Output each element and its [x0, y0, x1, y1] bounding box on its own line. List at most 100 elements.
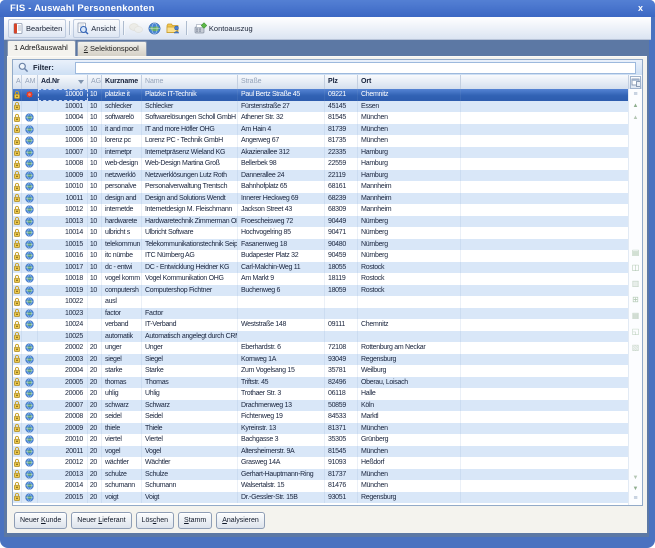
table-row[interactable]: 10025automatikAutomatisch angelegt durch…	[13, 331, 629, 343]
column-header-label: AG	[91, 78, 101, 85]
table-row[interactable]: 2000620uhligUhligTrothaer Str. 306118Hal…	[13, 388, 629, 400]
table-row[interactable]: 1001310hardwareteHardwaretechnik Zimmerm…	[13, 216, 629, 228]
table-row[interactable]: 2000420starkeStarkeZum Vogelsang 1535781…	[13, 365, 629, 377]
cell-name: Viertel	[142, 434, 238, 446]
footer-button-stamm[interactable]: Stamm	[178, 512, 212, 529]
table-row[interactable]: 1000110schleckerSchleckerFürstenstraße 2…	[13, 101, 629, 113]
filter-bar: Filter:	[13, 60, 642, 76]
cell-filler	[461, 89, 629, 101]
cell-strasse: Bahnhofplatz 65	[238, 181, 325, 193]
cell-am	[22, 124, 38, 136]
table-row[interactable]: 1000010platzke itPlatzke IT-TechnikPaul …	[13, 89, 629, 101]
table-row[interactable]: 1000910netzwerklöNetzwerklösungen Lutz R…	[13, 170, 629, 182]
toolbar-button-ansicht[interactable]: Ansicht	[73, 19, 120, 38]
footer-button-analysieren[interactable]: Analysieren	[216, 512, 265, 529]
table-row[interactable]: 1000510it and morIT and more Höfler OHGA…	[13, 124, 629, 136]
column-header-am[interactable]: AM	[22, 75, 38, 90]
table-row[interactable]: 1000710internetprInternetpräsenz Wieland…	[13, 147, 629, 159]
close-button[interactable]: x	[638, 3, 643, 13]
column-header-ort[interactable]: Ort	[358, 75, 461, 90]
cell-locked	[13, 193, 22, 205]
table-row[interactable]: 1001110design andDesign and Solutions We…	[13, 193, 629, 205]
cell-name: Softwarelösungen Scholl GmbH	[142, 112, 238, 124]
table-row[interactable]: 1001910computershComputershop FichtnerBu…	[13, 285, 629, 297]
cell-am	[22, 342, 38, 354]
cell-filler	[461, 296, 629, 308]
table-row[interactable]: 2000820seidelSeidelFichtenweg 1984533Mar…	[13, 411, 629, 423]
toolbar-folder-user-icon[interactable]	[164, 22, 183, 35]
table-row[interactable]: 2001320schulzeSchulzeGerhart-Hauptmann-R…	[13, 469, 629, 481]
table-row[interactable]: 2001120vogelVogelAltersheimerstr. 9A8154…	[13, 446, 629, 458]
globe-icon	[25, 159, 34, 168]
column-header-a[interactable]: A	[13, 75, 22, 90]
cell-kurzname: vogel komm	[102, 273, 142, 285]
globe-icon	[148, 22, 161, 35]
table-row[interactable]: 10022ausl	[13, 296, 629, 308]
cell-name: Unger	[142, 342, 238, 354]
toolbar-button-kontoauszug[interactable]: Kontoauszug	[190, 20, 256, 37]
column-header-filler[interactable]	[461, 75, 629, 90]
strip-rows-icon: ▥	[630, 280, 641, 288]
table-row[interactable]: 2000920thieleThieleKyreinstr. 1381371Mün…	[13, 423, 629, 435]
table-row[interactable]: 1000410softwarelöSoftwarelösungen Scholl…	[13, 112, 629, 124]
table-row[interactable]: 1000610lorenz pcLorenz PC - Technik GmbH…	[13, 135, 629, 147]
globe-icon	[25, 412, 34, 421]
column-header-strasse[interactable]: Straße	[238, 75, 325, 90]
cell-filler	[461, 434, 629, 446]
lock-icon	[13, 113, 21, 123]
toolbar-chat-icon[interactable]	[127, 22, 146, 35]
footer-button-neuer-kunde[interactable]: Neuer Kunde	[14, 512, 67, 529]
table-row[interactable]: 2000220ungerUngerEberhardstr. 672108Rott…	[13, 342, 629, 354]
column-header-name[interactable]: Name	[142, 75, 238, 90]
cell-ag: 10	[88, 89, 102, 101]
cell-name: Design and Solutions Wendt	[142, 193, 238, 205]
cell-locked	[13, 89, 22, 101]
filter-input[interactable]	[75, 62, 636, 74]
table-row[interactable]: 1001510telekommunTelekommunikationstechn…	[13, 239, 629, 251]
cell-name: Schlecker	[142, 101, 238, 113]
tab-2[interactable]: 2 Selektionspool	[77, 41, 147, 56]
footer-button-neuer-lieferant[interactable]: Neuer Lieferant	[71, 512, 131, 529]
table-row[interactable]: 2001420schumannSchumannWalsertalstr. 158…	[13, 480, 629, 492]
tab-1[interactable]: 1 Adreßauswahl	[7, 40, 76, 56]
scrollbar-strip[interactable]: ≡▲▲▤◫▥⊞▦◱▧▼▼≡	[628, 89, 642, 505]
table-row[interactable]: 2000520thomasThomasTriftstr. 4582496Ober…	[13, 377, 629, 389]
cell-ort: Köln	[358, 400, 461, 412]
toolbar-button-bearbeiten[interactable]: Bearbeiten	[8, 19, 66, 38]
table-row[interactable]: 1001210internetdeInternetdesign M. Fleis…	[13, 204, 629, 216]
cell-plz: 81371	[325, 423, 358, 435]
footer-button-l-schen[interactable]: Löschen	[136, 512, 174, 529]
column-header-adnr[interactable]: Ad.Nr	[38, 75, 88, 90]
table-row[interactable]: 1001410ulbricht sUlbricht SoftwareHochvo…	[13, 227, 629, 239]
globe-icon	[25, 286, 34, 295]
globe-icon	[25, 447, 34, 456]
cell-ag: 20	[88, 480, 102, 492]
table-row[interactable]: 2001020viertelViertelBachgasse 335305Grü…	[13, 434, 629, 446]
table-row[interactable]: 2000720schwarzSchwarzDrachmenweg 1350859…	[13, 400, 629, 412]
cell-strasse: Bellerbek 98	[238, 158, 325, 170]
lock-icon	[13, 343, 21, 353]
column-chooser-button[interactable]	[630, 76, 641, 89]
sort-desc-icon	[78, 80, 84, 84]
toolbar-globe-icon[interactable]	[146, 22, 164, 35]
table-row[interactable]: 1001610itc nürnbeITC Nürnberg AGBudapest…	[13, 250, 629, 262]
cell-ag: 10	[88, 147, 102, 159]
table-row[interactable]: 2000320siegelSiegelKornweg 1A93049Regens…	[13, 354, 629, 366]
column-header-ag[interactable]: AG	[88, 75, 102, 90]
cell-name: Lorenz PC - Technik GmbH	[142, 135, 238, 147]
table-row[interactable]: 10023factorFactor	[13, 308, 629, 320]
lock-icon	[13, 377, 21, 387]
table-row[interactable]: 1001010personalvePersonalverwaltung Tren…	[13, 181, 629, 193]
table-row[interactable]: 10024verbandIT-VerbandWeststraße 1480911…	[13, 319, 629, 331]
column-header-label: Ort	[361, 78, 371, 85]
column-header-plz[interactable]: Plz	[325, 75, 358, 90]
column-header-kurzname[interactable]: Kurzname	[102, 75, 142, 90]
table-row[interactable]: 1001810vogel kommVogel Kommunikation OHG…	[13, 273, 629, 285]
table-row[interactable]: 1001710dc - entwiDC - Entwicklung Heidne…	[13, 262, 629, 274]
cell-locked	[13, 204, 22, 216]
table-row[interactable]: 1000810web-designWeb-Design Martina Groß…	[13, 158, 629, 170]
cell-kurzname: dc - entwi	[102, 262, 142, 274]
globe-icon	[25, 378, 34, 387]
table-row[interactable]: 2001520voigtVoigtDr.-Gessler-Str. 15B930…	[13, 492, 629, 504]
table-row[interactable]: 2001220wächtlerWächtlerGrasweg 14A91093H…	[13, 457, 629, 469]
